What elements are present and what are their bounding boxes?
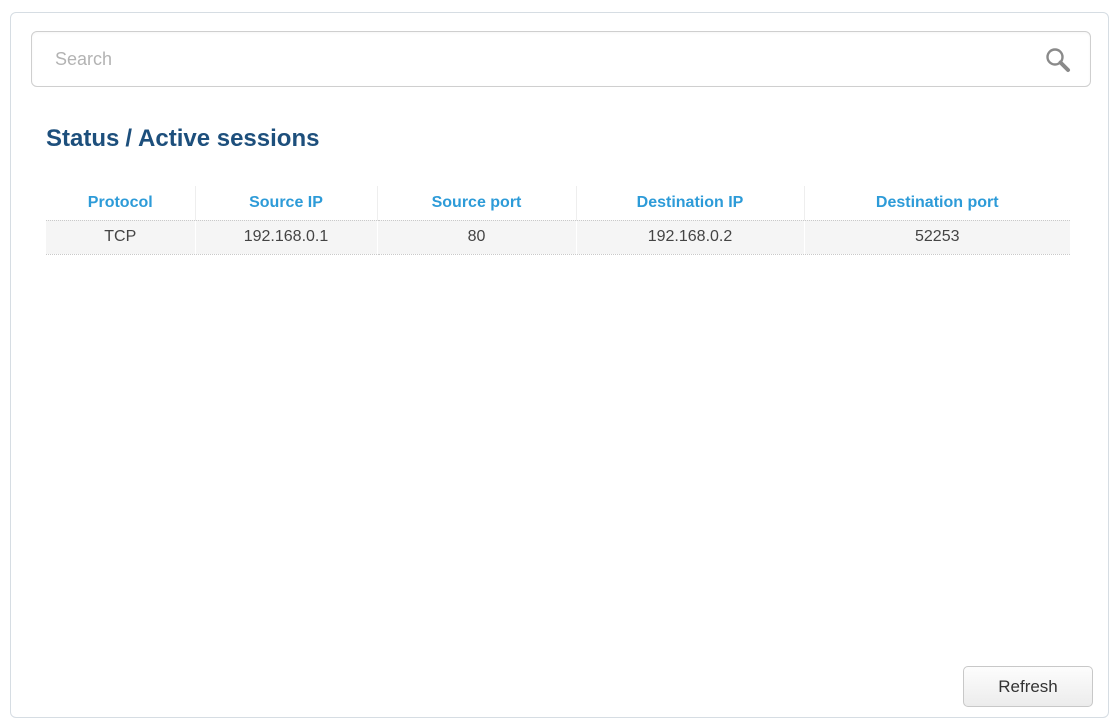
column-header-source-ip: Source IP	[194, 186, 377, 221]
cell-protocol: TCP	[46, 220, 195, 255]
refresh-button[interactable]: Refresh	[963, 666, 1093, 707]
table-header-row: Protocol Source IP Source port Destinati…	[46, 186, 1070, 221]
column-header-destination-ip: Destination IP	[575, 186, 804, 221]
search-input[interactable]	[32, 32, 1032, 86]
column-header-protocol: Protocol	[46, 186, 195, 221]
cell-source-ip: 192.168.0.1	[194, 220, 377, 255]
cell-destination-port: 52253	[803, 220, 1070, 255]
breadcrumb-separator: /	[125, 125, 133, 152]
column-header-destination-port: Destination port	[803, 186, 1070, 221]
active-sessions-table: Protocol Source IP Source port Destinati…	[46, 186, 1070, 255]
page-title: Status / Active sessions	[46, 125, 319, 153]
breadcrumb-section: Status	[46, 125, 120, 152]
search-box	[31, 31, 1091, 87]
table-row[interactable]: TCP 192.168.0.1 80 192.168.0.2 52253	[46, 220, 1070, 255]
column-header-source-port: Source port	[376, 186, 576, 221]
content-panel: Status/Active sessions Protocol Source I…	[10, 12, 1109, 718]
breadcrumb-page: Active sessions	[138, 125, 320, 152]
search-icon[interactable]	[1044, 46, 1072, 74]
cell-source-port: 80	[376, 220, 576, 255]
cell-destination-ip: 192.168.0.2	[575, 220, 804, 255]
